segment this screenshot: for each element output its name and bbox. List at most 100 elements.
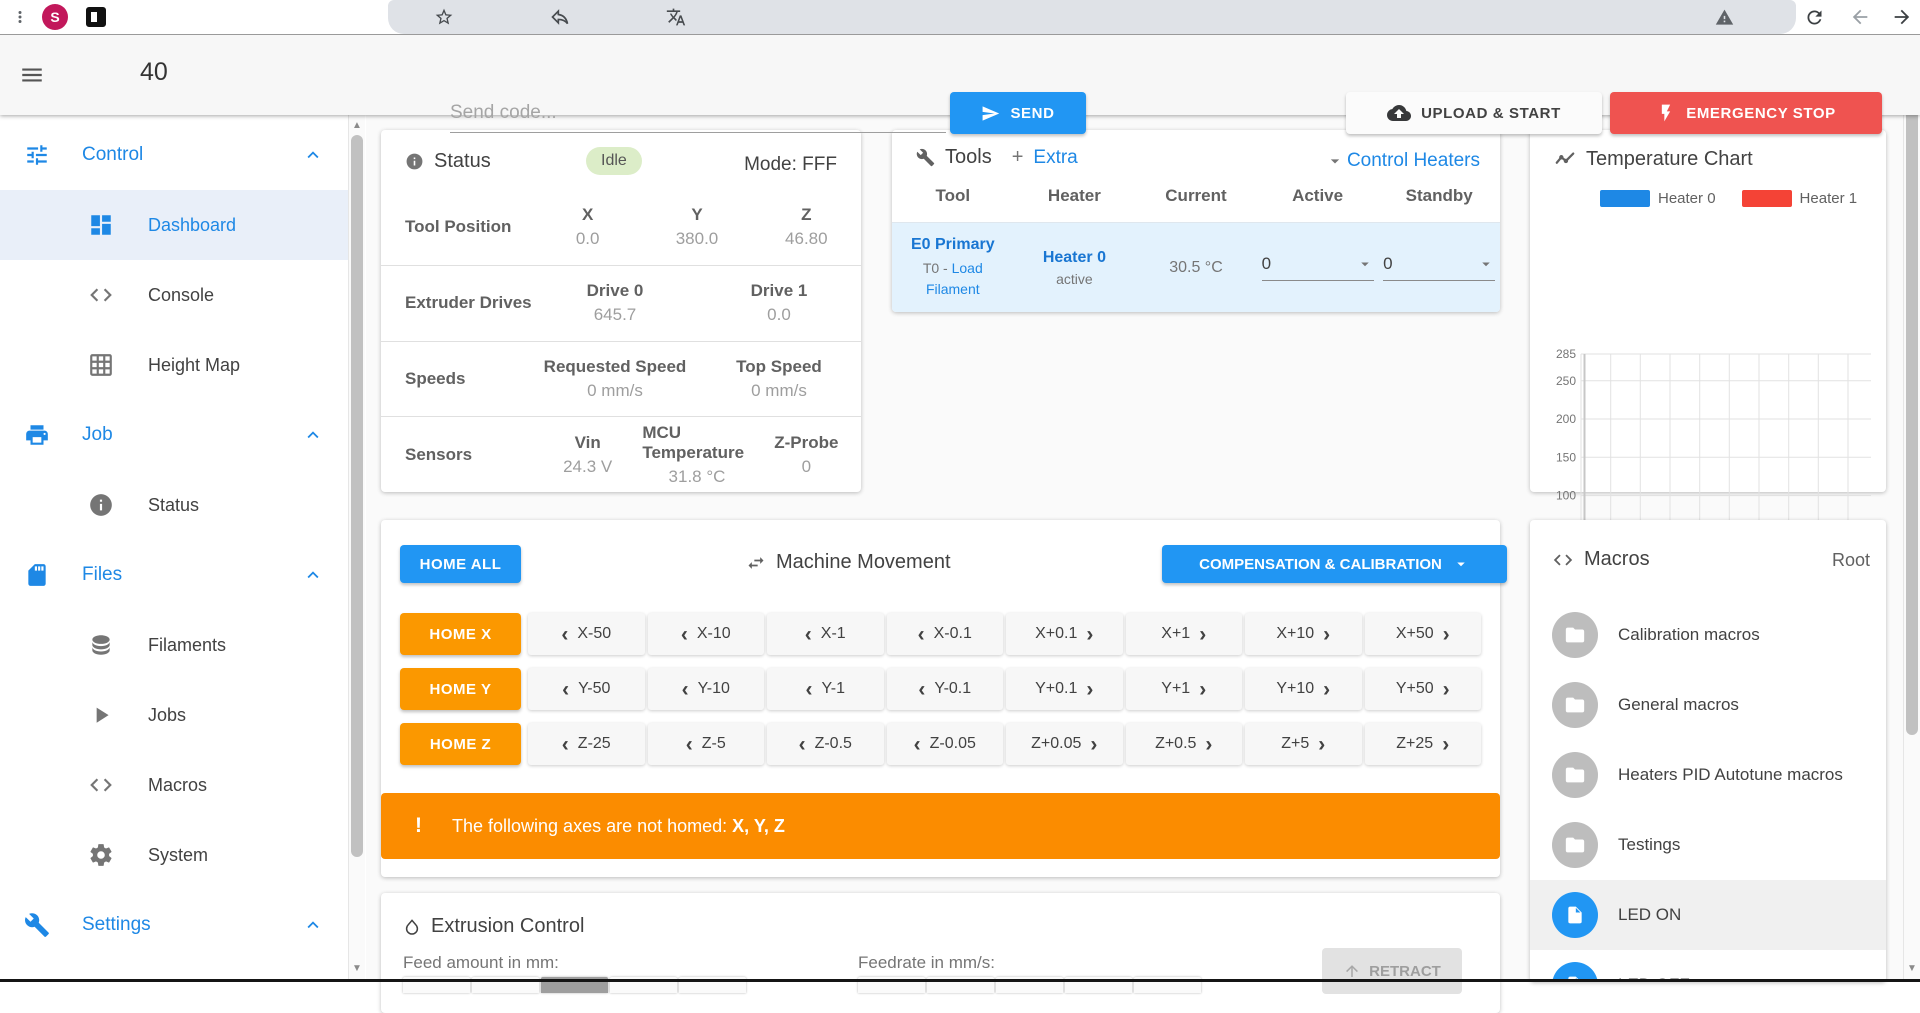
macro-folder-calibration[interactable]: Calibration macros xyxy=(1530,600,1886,670)
move-y-plus-50-button[interactable]: Y+50› xyxy=(1365,668,1482,710)
sidebar-item-console[interactable]: Console xyxy=(0,260,348,330)
tool-name[interactable]: E0 Primary xyxy=(911,236,995,254)
tools-table-header: Tool Heater Current Active Standby xyxy=(892,186,1500,218)
move-z-minus-0p05-button[interactable]: ‹Z-0.05 xyxy=(887,723,1004,765)
sidebar-scrollbar-thumb[interactable] xyxy=(351,135,363,857)
browser-profile-avatar[interactable]: S xyxy=(42,4,68,30)
compensation-calibration-button[interactable]: COMPENSATION & CALIBRATION xyxy=(1162,545,1507,583)
move-x-minus-50-button[interactable]: ‹X-50 xyxy=(528,613,645,655)
home-x-button[interactable]: HOME X xyxy=(400,613,521,655)
sidebar-group-files[interactable]: Files xyxy=(0,540,348,610)
feed-amount-label: Feed amount in mm: xyxy=(403,953,559,973)
svg-text:200: 200 xyxy=(1556,412,1576,426)
move-y-minus-0p1-button[interactable]: ‹Y-0.1 xyxy=(887,668,1004,710)
caret-down-icon xyxy=(1325,151,1345,171)
move-x-plus-10-button[interactable]: X+10› xyxy=(1245,613,1362,655)
move-z-plus-5-button[interactable]: Z+5› xyxy=(1245,723,1362,765)
move-z-plus-0p05-button[interactable]: Z+0.05› xyxy=(1006,723,1123,765)
browser-extension-shelf xyxy=(388,0,1796,34)
move-x-minus-0p1-button[interactable]: ‹X-0.1 xyxy=(887,613,1004,655)
printer-icon xyxy=(24,422,50,448)
translate-icon[interactable] xyxy=(664,5,688,29)
tool-subtitle: T0 - Load Filament xyxy=(898,258,1008,300)
send-code-input[interactable] xyxy=(450,93,946,133)
bookmark-star-icon[interactable] xyxy=(432,5,456,29)
move-x-plus-50-button[interactable]: X+50› xyxy=(1365,613,1482,655)
macro-file-led-off[interactable]: LED OFF xyxy=(1530,950,1886,982)
scroll-down-arrow[interactable]: ▼ xyxy=(1904,960,1920,976)
move-y-minus-10-button[interactable]: ‹Y-10 xyxy=(648,668,765,710)
hamburger-menu-icon[interactable] xyxy=(16,59,48,91)
reload-icon[interactable] xyxy=(1802,5,1826,29)
move-y-plus-10-button[interactable]: Y+10› xyxy=(1245,668,1362,710)
move-x-minus-1-button[interactable]: ‹X-1 xyxy=(767,613,884,655)
scroll-up-arrow[interactable]: ▲ xyxy=(349,117,365,133)
chevron-up-icon xyxy=(302,564,324,586)
upload-start-button[interactable]: UPLOAD & START xyxy=(1346,92,1602,134)
browser-sidepanel-icon[interactable] xyxy=(86,7,106,27)
warning-triangle-icon[interactable] xyxy=(1712,5,1736,29)
move-y-plus-1-button[interactable]: Y+1› xyxy=(1126,668,1243,710)
home-y-button[interactable]: HOME Y xyxy=(400,668,521,710)
active-temp-select[interactable]: 0 xyxy=(1262,254,1374,281)
send-button[interactable]: SEND xyxy=(950,92,1086,134)
sidebar-item-status[interactable]: Status xyxy=(0,470,348,540)
caret-down-icon xyxy=(1452,555,1470,573)
move-x-minus-10-button[interactable]: ‹X-10 xyxy=(648,613,765,655)
move-z-plus-0p5-button[interactable]: Z+0.5› xyxy=(1126,723,1243,765)
move-z-minus-5-button[interactable]: ‹Z-5 xyxy=(648,723,765,765)
move-y-minus-50-button[interactable]: ‹Y-50 xyxy=(528,668,645,710)
sidebar-scrollbar[interactable]: ▲ ▼ xyxy=(348,115,365,982)
chart-title: Temperature Chart xyxy=(1554,148,1753,171)
sidebar-item-system[interactable]: System xyxy=(0,820,348,890)
share-arrow-icon[interactable] xyxy=(548,5,572,29)
folder-icon xyxy=(1552,612,1598,658)
move-x-plus-1-button[interactable]: X+1› xyxy=(1126,613,1243,655)
sidebar-item-filaments[interactable]: Filaments xyxy=(0,610,348,680)
move-y-plus-0p1-button[interactable]: Y+0.1› xyxy=(1006,668,1123,710)
move-z-plus-25-button[interactable]: Z+25› xyxy=(1365,723,1482,765)
home-all-button[interactable]: HOME ALL xyxy=(400,545,521,583)
code-tags-icon xyxy=(1552,549,1574,571)
warning-exclamation: ! xyxy=(415,814,422,838)
sidebar-item-macros[interactable]: Macros xyxy=(0,750,348,820)
chevron-right-icon: › xyxy=(1443,679,1450,700)
sidebar-group-job[interactable]: Job xyxy=(0,400,348,470)
file-icon xyxy=(1552,892,1598,938)
sidebar-group-settings[interactable]: Settings xyxy=(0,890,348,960)
sidebar-item-jobs[interactable]: Jobs xyxy=(0,680,348,750)
play-icon xyxy=(88,702,114,728)
move-y-minus-1-button[interactable]: ‹Y-1 xyxy=(767,668,884,710)
svg-text:150: 150 xyxy=(1556,450,1576,464)
home-z-button[interactable]: HOME Z xyxy=(400,723,521,765)
heater-name[interactable]: Heater 0 xyxy=(1043,249,1106,267)
tools-panel: Tools + Extra Control Heaters Tool Heate… xyxy=(892,130,1500,312)
move-x-plus-0p1-button[interactable]: X+0.1› xyxy=(1006,613,1123,655)
page-scrollbar[interactable]: ▲ ▼ xyxy=(1903,35,1920,982)
page-scrollbar-thumb[interactable] xyxy=(1906,55,1918,735)
sidebar-item-dashboard[interactable]: Dashboard xyxy=(0,190,348,260)
macros-title: Macros xyxy=(1552,548,1650,571)
control-heaters-link[interactable]: Control Heaters xyxy=(1325,150,1480,172)
move-z-minus-25-button[interactable]: ‹Z-25 xyxy=(528,723,645,765)
chevron-right-icon: › xyxy=(1318,734,1325,755)
browser-menu-dots-icon[interactable] xyxy=(8,5,32,29)
tool-row-e0[interactable]: E0 Primary T0 - Load Filament Heater 0 a… xyxy=(892,222,1500,312)
macro-folder-general[interactable]: General macros xyxy=(1530,670,1886,740)
extra-link[interactable]: Extra xyxy=(1033,147,1077,169)
machine-movement-panel: HOME ALL Machine Movement COMPENSATION &… xyxy=(381,520,1500,877)
tune-icon xyxy=(24,142,50,168)
move-z-minus-0p5-button[interactable]: ‹Z-0.5 xyxy=(767,723,884,765)
forward-arrow-icon[interactable] xyxy=(1890,5,1914,29)
retract-button[interactable]: RETRACT xyxy=(1322,948,1462,994)
emergency-stop-button[interactable]: EMERGENCY STOP xyxy=(1610,92,1882,134)
macro-folder-testings[interactable]: Testings xyxy=(1530,810,1886,880)
macro-file-led-on[interactable]: LED ON xyxy=(1530,880,1886,950)
sidebar-item-height-map[interactable]: Height Map xyxy=(0,330,348,400)
svg-text:285: 285 xyxy=(1556,347,1576,361)
sidebar-group-control[interactable]: Control xyxy=(0,120,348,190)
standby-temp-select[interactable]: 0 xyxy=(1383,254,1495,281)
move-row-z: HOME Z ‹Z-25 ‹Z-5 ‹Z-0.5 ‹Z-0.05 Z+0.05›… xyxy=(400,723,1481,765)
scroll-down-arrow[interactable]: ▼ xyxy=(349,960,365,976)
macro-folder-heaters-pid[interactable]: Heaters PID Autotune macros xyxy=(1530,740,1886,810)
